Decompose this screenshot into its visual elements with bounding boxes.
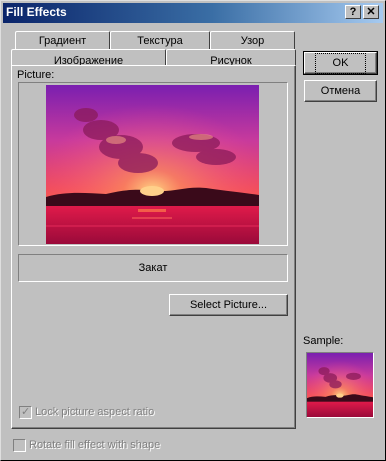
check-icon: ✓: [21, 406, 31, 418]
tab-pattern[interactable]: Узор: [210, 31, 295, 51]
select-picture-button[interactable]: Select Picture...: [169, 294, 288, 316]
sample-preview: [306, 352, 374, 418]
tab-gradient[interactable]: Градиент: [15, 31, 110, 51]
tab-drawing-label: Рисунок: [210, 55, 252, 65]
tab-drawing[interactable]: Рисунок: [166, 49, 296, 65]
picture-label: Picture:: [17, 69, 55, 81]
picture-name: Закат: [138, 262, 168, 274]
cancel-button[interactable]: Отмена: [304, 80, 377, 102]
fill-effects-dialog: Fill Effects ? ✕ Градиент Текстура Узор …: [0, 0, 386, 461]
ok-label: OK: [314, 53, 367, 74]
select-picture-label: Select Picture...: [189, 299, 268, 311]
title-bar: Fill Effects ? ✕: [3, 3, 383, 23]
rotate-fill-label: Rotate fill effect with shape: [29, 439, 161, 451]
picture-name-box: Закат: [18, 254, 288, 282]
rotate-fill-checkbox[interactable]: [13, 439, 26, 452]
sunset-picture: [46, 85, 259, 244]
ok-button[interactable]: OK: [303, 51, 378, 75]
picture-preview-frame: [18, 82, 288, 246]
tab-texture[interactable]: Текстура: [110, 31, 210, 51]
sample-label: Sample:: [303, 335, 344, 347]
picture-panel: Picture: Закат Select Picture... ✓ Lock …: [11, 65, 296, 429]
cancel-label: Отмена: [320, 85, 361, 97]
tab-gradient-label: Градиент: [38, 35, 87, 47]
tab-texture-label: Текстура: [137, 35, 183, 47]
tab-picture[interactable]: Изображение: [11, 49, 166, 65]
sample-sunset-picture: [307, 353, 373, 417]
tab-pattern-label: Узор: [240, 35, 265, 47]
window-title: Fill Effects: [6, 5, 67, 19]
lock-aspect-label: Lock picture aspect ratio: [35, 406, 155, 418]
help-button[interactable]: ?: [345, 5, 361, 19]
close-button[interactable]: ✕: [363, 5, 379, 19]
tab-picture-label: Изображение: [53, 55, 124, 65]
lock-aspect-checkbox[interactable]: ✓: [19, 406, 32, 419]
